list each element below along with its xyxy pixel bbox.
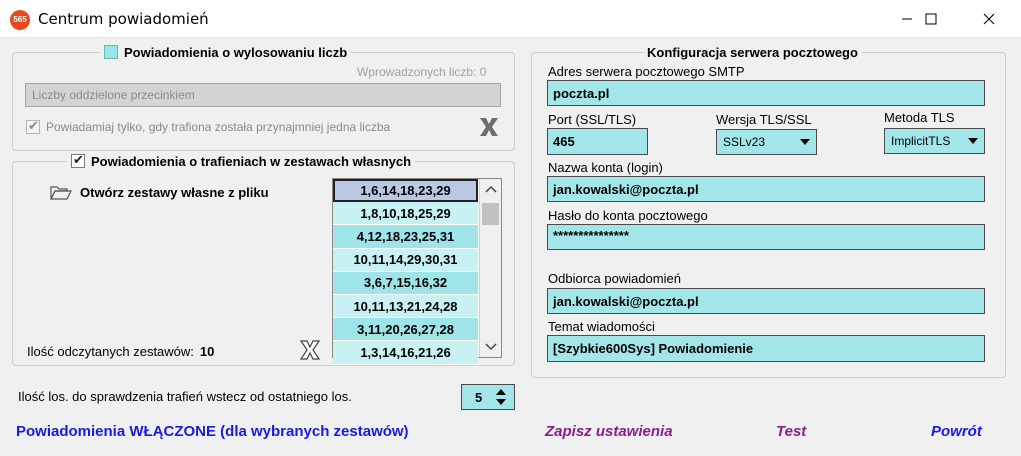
- tls-version-value: SSLv23: [723, 135, 766, 149]
- read-count-label: Ilość odczytanych zestawów:: [27, 344, 194, 359]
- login-label: Nazwa konta (login): [548, 160, 663, 175]
- own-sets-scrollbar[interactable]: [479, 179, 501, 357]
- check-back-spinner[interactable]: 5: [461, 384, 515, 410]
- smtp-label: Adres serwera pocztowego SMTP: [548, 64, 745, 79]
- maximize-icon: [925, 13, 937, 25]
- set-list-item[interactable]: 3,11,20,26,27,28: [333, 318, 478, 342]
- folder-open-icon: [50, 186, 72, 200]
- tls-method-value: ImplicitTLS: [891, 134, 951, 148]
- spinner-arrows-icon: [496, 389, 506, 405]
- port-input[interactable]: 465: [547, 128, 648, 155]
- back-button[interactable]: Powrót: [931, 423, 982, 440]
- set-list-item[interactable]: 10,11,13,21,24,28: [333, 294, 478, 319]
- title-bar: 565 Centrum powiadomień: [0, 0, 1021, 38]
- tls-version-select[interactable]: SSLv23: [716, 129, 817, 155]
- chevron-down-icon: [968, 138, 978, 144]
- own-sets-checkbox[interactable]: [71, 152, 85, 168]
- scroll-thumb[interactable]: [482, 203, 499, 225]
- tls-version-label: Wersja TLS/SSL: [716, 112, 812, 127]
- own-sets-title: Powiadomienia o trafieniach w zestawach …: [91, 153, 412, 169]
- set-list-item[interactable]: 1,8,10,18,25,29: [333, 202, 478, 226]
- clear-sets-button[interactable]: [299, 340, 321, 363]
- clear-numbers-button[interactable]: [478, 117, 500, 140]
- own-sets-list[interactable]: 1,6,14,18,23,29 1,8,10,18,25,29 4,12,18,23…: [332, 178, 502, 365]
- mail-config-legend: Konfiguracja serwera pocztowego: [643, 43, 862, 61]
- subject-input[interactable]: [Szybkie600Sys] Powiadomienie: [547, 335, 985, 362]
- save-settings-button[interactable]: Zapisz ustawienia: [545, 423, 673, 440]
- draw-notifications-checkbox[interactable]: [104, 45, 118, 59]
- chevron-down-icon: [800, 139, 810, 145]
- read-count-value: 10: [199, 344, 215, 359]
- clear-x-outline-icon: [299, 340, 321, 360]
- close-button[interactable]: [966, 0, 1012, 38]
- set-list-item[interactable]: 3,6,7,15,16,32: [333, 271, 478, 295]
- set-list-item[interactable]: 1,6,14,18,23,29: [333, 179, 478, 203]
- maximize-button[interactable]: [908, 0, 954, 38]
- draw-notifications-title: Powiadomienia o wylosowaniu liczb: [124, 44, 348, 60]
- own-sets-items: 1,6,14,18,23,29 1,8,10,18,25,29 4,12,18,23…: [333, 179, 478, 365]
- notify-only-hit-checkbox[interactable]: [26, 118, 40, 134]
- port-label: Port (SSL/TLS): [548, 112, 637, 127]
- notify-only-hit-option[interactable]: Powiadamiaj tylko, gdy trafiona została …: [26, 118, 391, 134]
- set-list-item[interactable]: 1,3,14,16,21,26: [333, 341, 478, 365]
- clear-x-icon: [480, 118, 498, 136]
- own-sets-legend: Powiadomienia o trafieniach w zestawach …: [67, 152, 416, 170]
- set-list-item[interactable]: 10,11,14,29,30,31: [333, 248, 478, 272]
- password-input[interactable]: ***************: [547, 224, 985, 250]
- check-back-value: 5: [475, 389, 483, 405]
- window-title: Centrum powiadomień: [38, 10, 209, 28]
- scroll-down-icon: [485, 343, 497, 351]
- open-file-label: Otwórz zestawy własne z pliku: [80, 184, 269, 200]
- tls-method-label: Metoda TLS: [884, 110, 955, 125]
- notifications-status: Powiadomienia WŁĄCZONE (dla wybranych ze…: [16, 423, 409, 440]
- notify-only-hit-label: Powiadamiaj tylko, gdy trafiona została …: [46, 120, 391, 134]
- subject-label: Temat wiadomości: [548, 319, 655, 334]
- open-file-button[interactable]: Otwórz zestawy własne z pliku: [50, 184, 269, 200]
- recipient-label: Odbiorca powiadomień: [548, 271, 681, 286]
- check-back-label: Ilość los. do sprawdzenia trafień wstecz…: [18, 389, 352, 404]
- close-icon: [983, 13, 995, 25]
- password-label: Hasło do konta pocztowego: [548, 208, 708, 223]
- draw-notifications-legend: Powiadomienia o wylosowaniu liczb: [100, 43, 352, 61]
- test-button[interactable]: Test: [776, 423, 806, 440]
- smtp-input[interactable]: poczta.pl: [547, 80, 985, 106]
- scroll-up-icon: [485, 185, 497, 193]
- numbers-input[interactable]: Liczby oddzielone przecinkiem: [25, 83, 501, 107]
- read-count: Ilość odczytanych zestawów: 10: [27, 344, 214, 359]
- recipient-input[interactable]: jan.kowalski@poczta.pl: [547, 288, 985, 314]
- set-list-item[interactable]: 4,12,18,23,25,31: [333, 225, 478, 249]
- login-input[interactable]: jan.kowalski@poczta.pl: [547, 176, 985, 202]
- entered-count-label: Wprowadzonych liczb: 0: [357, 65, 487, 79]
- tls-method-select[interactable]: ImplicitTLS: [884, 128, 985, 154]
- app-icon: 565: [10, 10, 30, 30]
